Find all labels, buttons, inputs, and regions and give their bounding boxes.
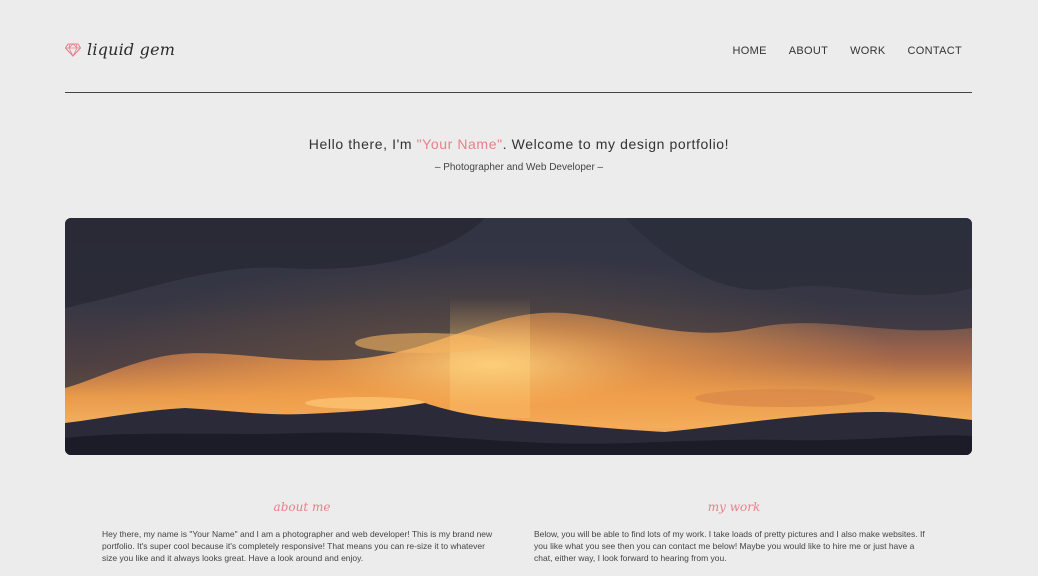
work-section: my work Below, you will be able to find … — [534, 500, 934, 564]
nav-about[interactable]: ABOUT — [789, 45, 828, 57]
hero-greeting-suffix: . Welcome to my design portfolio! — [502, 136, 730, 152]
work-text: Below, you will be able to find lots of … — [534, 529, 925, 563]
about-title: about me — [273, 500, 331, 514]
nav-contact[interactable]: CONTACT — [908, 45, 962, 57]
gem-icon — [65, 42, 81, 57]
logo[interactable]: liquid gem — [65, 40, 175, 59]
nav-work[interactable]: WORK — [850, 45, 885, 57]
hero-greeting-prefix: Hello there, I'm — [308, 136, 417, 152]
hero-banner-image — [65, 218, 972, 455]
logo-text: liquid gem — [87, 40, 176, 59]
hero-subtitle: – Photographer and Web Developer – — [434, 162, 604, 173]
site-header: liquid gem HOME ABOUT WORK CONTACT — [65, 0, 972, 93]
about-text: Hey there, my name is "Your Name" and I … — [102, 529, 493, 563]
nav-home[interactable]: HOME — [733, 45, 767, 57]
work-title: my work — [707, 500, 761, 514]
about-section: about me Hey there, my name is "Your Nam… — [102, 500, 502, 564]
main-nav: HOME ABOUT WORK CONTACT — [733, 45, 962, 57]
hero-heading: Hello there, I'm "Your Name". Welcome to… — [0, 136, 1038, 152]
hero-name: "Your Name" — [416, 136, 503, 152]
